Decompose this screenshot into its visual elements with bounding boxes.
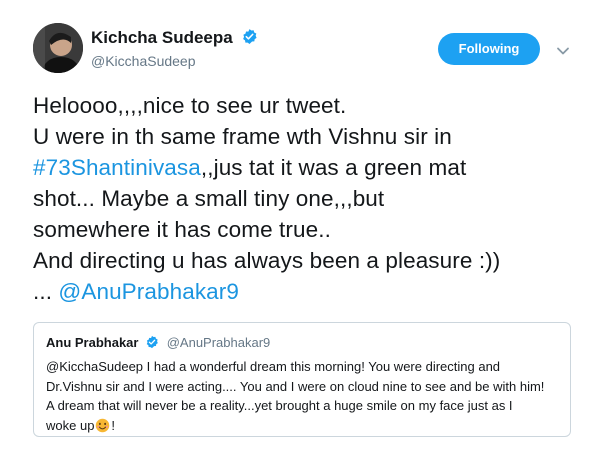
- tweet-line: Heloooo,,,,nice to see ur tweet.: [33, 93, 347, 118]
- tweet-line: ... @AnuPrabhakar9: [33, 276, 593, 307]
- quoted-author-handle: @AnuPrabhakar9: [166, 335, 271, 350]
- tweet-line: #73Shantinivasa,,jus tat it was a green …: [33, 152, 593, 183]
- tweet-line: shot... Maybe a small tiny one,,,but: [33, 186, 385, 211]
- verified-badge-icon: [241, 28, 258, 50]
- tweet-line: U were in th same frame wth Vishnu sir i…: [33, 124, 452, 149]
- author-handle[interactable]: @KicchaSudeep: [91, 53, 196, 69]
- chevron-down-icon[interactable]: [556, 43, 570, 55]
- quoted-line-text: woke up: [46, 417, 95, 433]
- quoted-line: woke up!: [46, 416, 566, 439]
- quoted-tweet-text: @KicchaSudeep I had a wonderful dream th…: [46, 357, 566, 438]
- quoted-line-text: !: [111, 417, 116, 433]
- avatar-image: [33, 23, 83, 73]
- tweet-line-text: ...: [33, 279, 59, 304]
- quoted-tweet-header: Anu Prabhakar @AnuPrabhakar9: [46, 335, 270, 352]
- tweet-text: Heloooo,,,,nice to see ur tweet. U were …: [33, 90, 593, 307]
- quoted-tweet[interactable]: Anu Prabhakar @AnuPrabhakar9 @KicchaSude…: [33, 322, 571, 437]
- tweet-card: Kichcha Sudeepa @KicchaSudeep Following …: [0, 0, 600, 450]
- avatar[interactable]: [33, 23, 83, 73]
- verified-badge-icon: [145, 335, 159, 352]
- tweet-line-text: ,,jus tat it was a green mat: [200, 155, 467, 180]
- quoted-line: @KicchaSudeep I had a wonderful dream th…: [46, 359, 501, 374]
- author-name-row[interactable]: Kichcha Sudeepa: [91, 28, 258, 50]
- quoted-line: Dr.Vishnu sir and I were acting.... You …: [46, 378, 545, 394]
- smiling-face-emoji-icon: [95, 418, 110, 439]
- mention-link[interactable]: @AnuPrabhakar9: [58, 279, 239, 304]
- tweet-line: somewhere it has come true..: [33, 217, 331, 242]
- hashtag-link[interactable]: #73Shantinivasa: [33, 155, 201, 180]
- quoted-line: A dream that will never be a reality...y…: [46, 398, 513, 413]
- tweet-line: And directing u has always been a pleasu…: [33, 248, 501, 273]
- author-name[interactable]: Kichcha Sudeepa: [91, 28, 233, 47]
- following-button[interactable]: Following: [438, 33, 540, 65]
- quoted-author-name: Anu Prabhakar: [46, 335, 139, 350]
